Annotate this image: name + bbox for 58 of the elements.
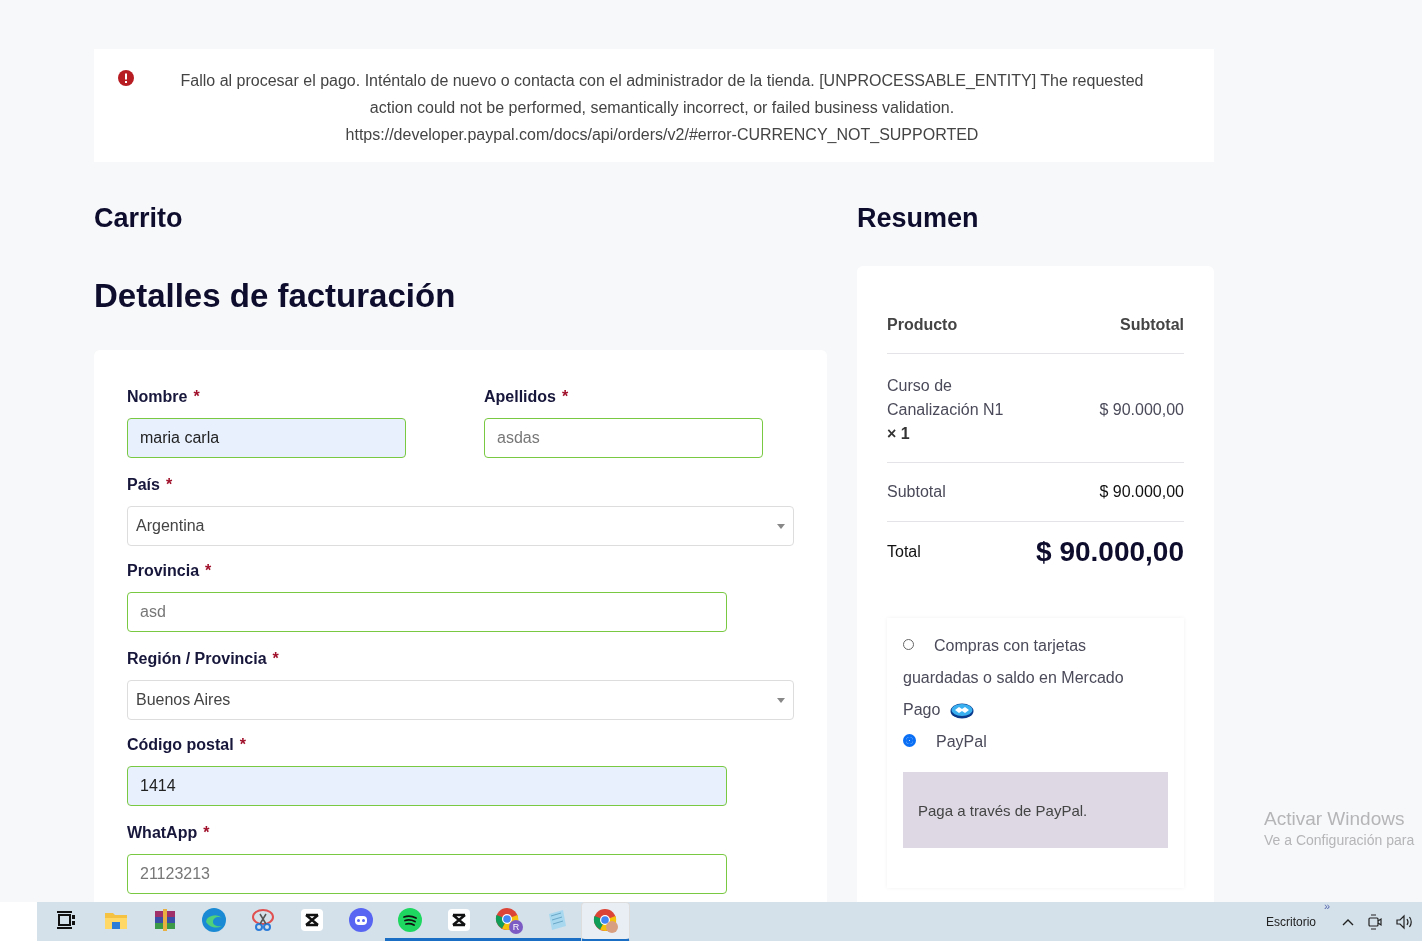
camera-icon[interactable] <box>1368 913 1382 930</box>
payment-description: Paga a través de PayPal. <box>918 801 1088 819</box>
cart-heading: Carrito <box>94 202 184 235</box>
music-waves-icon <box>397 908 422 932</box>
payment-method-option[interactable]: Compras con tarjetas guardadas o saldo en Mercado Pago <box>903 630 1168 726</box>
chevron-up-icon[interactable] <box>1342 917 1354 926</box>
error-message: Fallo al procesar el pago. Inténtalo de nuevo o contacta con el administrador de la tienda. [UNPROCESSABLE_ENTITY] The requested action could not be performed, semantically incorrect, or failed business validation. https://developer.paypal.com/docs/api/orders/v2/#error-CURRENCY_NOT_SUPPORTED <box>179 71 1145 145</box>
input-field[interactable]: maria carla <box>127 418 406 458</box>
field-label: Provincia <box>127 562 200 580</box>
task-view-icon <box>56 911 77 929</box>
dropdown-caret-icon <box>777 523 785 529</box>
required-mark: * <box>562 388 569 406</box>
taskbar-app-button[interactable]: R <box>483 902 532 941</box>
subtotal-value: $ 90.000,00 <box>1099 483 1184 501</box>
field-label: Región / Provincia <box>127 650 267 668</box>
browser-icon <box>592 908 619 934</box>
activation-notice-text: Ve a Configuración para <box>1264 832 1415 848</box>
column-header: Subtotal <box>1120 316 1184 334</box>
required-mark: * <box>165 476 173 494</box>
archive-books-icon <box>153 909 176 931</box>
overflow-indicator[interactable]: » <box>1324 900 1331 912</box>
billing-heading: Detalles de facturación <box>94 276 457 316</box>
field-label: WhatApp <box>127 824 198 842</box>
dropdown-caret-icon <box>777 697 785 703</box>
payment-method-option[interactable]: PayPal <box>903 726 1168 758</box>
required-mark: * <box>239 736 246 754</box>
product-price: $ 90.000,00 <box>1099 401 1184 419</box>
chat-controller-icon <box>348 908 373 932</box>
product-quantity: × 1 <box>887 424 911 444</box>
profile-badge: R <box>509 920 523 934</box>
product-name: Curso de Canalización N1 <box>887 376 1005 420</box>
field-label: País <box>127 476 160 494</box>
wave-browser-icon <box>201 908 226 932</box>
required-mark: * <box>203 824 210 842</box>
select-field[interactable]: Buenos Aires <box>127 680 794 720</box>
input-field[interactable]: asdas <box>484 418 763 458</box>
desktop-label[interactable]: Escritorio <box>1266 914 1316 929</box>
required-mark: * <box>205 562 212 580</box>
activation-notice-title: Activar Windows <box>1264 808 1406 830</box>
folder-icon <box>104 911 127 929</box>
input-field[interactable]: asd <box>127 592 727 632</box>
summary-heading: Resumen <box>857 202 980 235</box>
select-field[interactable]: Argentina <box>127 506 794 546</box>
required-mark: * <box>272 650 279 668</box>
radio-button[interactable] <box>903 734 916 748</box>
input-field[interactable]: 1414 <box>127 766 727 806</box>
subtotal-label: Subtotal <box>887 483 946 501</box>
required-mark: * <box>193 388 200 406</box>
input-field[interactable]: 21123213 <box>127 854 727 894</box>
speaker-icon[interactable] <box>1396 913 1414 930</box>
field-label: Código postal <box>127 736 234 754</box>
error-icon <box>118 70 134 86</box>
scissors-icon <box>250 908 275 932</box>
field-label: Nombre <box>127 388 188 406</box>
field-label: Apellidos <box>484 388 556 406</box>
column-header: Producto <box>887 316 958 334</box>
total-value: $ 90.000,00 <box>1036 536 1184 568</box>
total-label: Total <box>887 543 921 561</box>
